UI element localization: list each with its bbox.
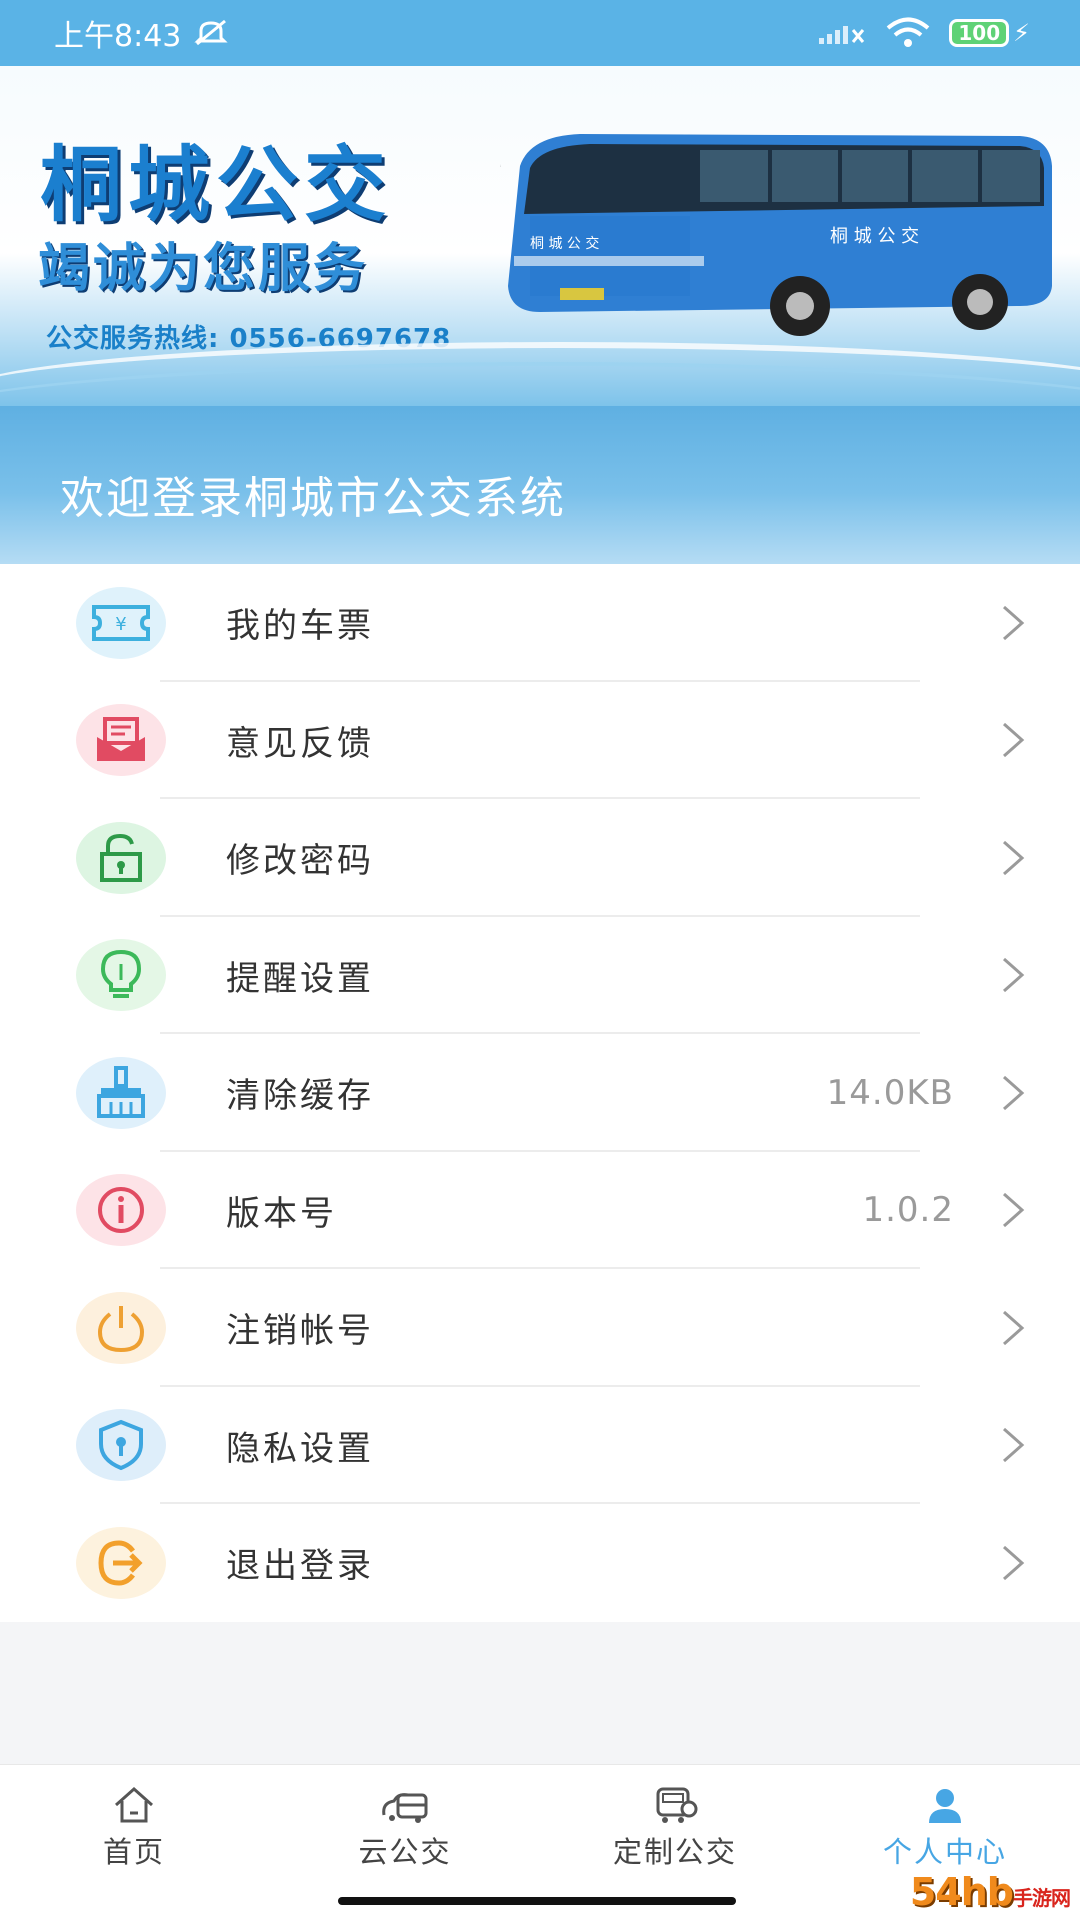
bus-front-text: 桐 城 公 交 (530, 235, 599, 252)
user-icon (929, 1789, 961, 1823)
tab-home[interactable]: 首页 (34, 1785, 234, 1871)
home-icon (115, 1786, 153, 1823)
menu-item-reminder-settings[interactable]: 提醒设置 (0, 917, 1080, 1034)
chevron-right-icon (1003, 1310, 1025, 1345)
home-indicator[interactable] (338, 1897, 736, 1905)
menu-label: 清除缓存 (226, 1076, 374, 1117)
bulb-icon (100, 950, 142, 999)
tab-cloud-bus[interactable]: 云公交 (305, 1785, 505, 1871)
tab-label: 首页 (102, 1835, 165, 1869)
svg-text:¥: ¥ (115, 614, 126, 635)
chevron-right-icon (1003, 1545, 1025, 1580)
ticket-icon-wrap: ¥ (76, 586, 166, 659)
unlock-icon (100, 833, 142, 882)
version-value: 1.0.2 (862, 1190, 954, 1231)
watermark-logo: 54hb手游网 (909, 1870, 1071, 1914)
info-icon (98, 1187, 144, 1234)
tab-custom-bus[interactable]: 定制公交 (575, 1785, 775, 1871)
menu-item-version[interactable]: 版本号 1.0.2 (0, 1152, 1080, 1269)
menu-label: 隐私设置 (226, 1428, 374, 1469)
status-bar: 上午8:43 100 ⚡ (0, 0, 1080, 66)
menu-label: 退出登录 (226, 1546, 374, 1587)
menu-label: 我的车票 (226, 606, 374, 647)
menu-item-logout[interactable]: 退出登录 (0, 1504, 1080, 1622)
banner-subtitle: 竭诚为您服务 (38, 239, 369, 299)
chevron-right-icon (1003, 605, 1025, 640)
shield-icon (99, 1420, 143, 1471)
wifi-icon (887, 17, 930, 47)
feedback-icon (97, 717, 145, 762)
menu-item-feedback[interactable]: 意见反馈 (0, 682, 1080, 799)
battery-indicator: 100 ⚡ (949, 19, 1030, 47)
chevron-right-icon (1003, 958, 1025, 993)
broom-icon (97, 1065, 145, 1118)
menu-item-privacy-settings[interactable]: 隐私设置 (0, 1387, 1080, 1504)
chevron-right-icon (1003, 1193, 1025, 1228)
status-time: 上午8:43 (54, 19, 182, 54)
tab-label: 云公交 (358, 1835, 452, 1869)
tab-label: 个人中心 (882, 1835, 1007, 1869)
tab-personal-center[interactable]: 个人中心 (845, 1785, 1045, 1871)
banner: 桐城公交 竭诚为您服务 公交服务热线: 0556-6697678 桐 城 公 交… (0, 66, 1080, 406)
mute-icon (194, 19, 228, 46)
power-icon (97, 1305, 145, 1352)
menu-label: 版本号 (226, 1193, 337, 1234)
menu-list: ¥ 我的车票 意见反馈 修改密码 提醒设置 清除缓存 14.0KB 版本号 1.… (0, 564, 1080, 1622)
chevron-right-icon (1003, 723, 1025, 758)
logout-icon (98, 1540, 143, 1586)
welcome-section: 欢迎登录桐城市公交系统 (0, 406, 1080, 564)
cache-size-value: 14.0KB (826, 1072, 954, 1113)
chevron-right-icon (1003, 1428, 1025, 1463)
menu-label: 提醒设置 (226, 958, 374, 999)
tab-label: 定制公交 (612, 1835, 737, 1869)
bus-icon (382, 1793, 428, 1823)
welcome-text: 欢迎登录桐城市公交系统 (60, 473, 566, 524)
banner-title: 桐城公交 (40, 138, 393, 233)
menu-item-my-tickets[interactable]: ¥ 我的车票 (0, 564, 1080, 682)
chevron-right-icon (1003, 840, 1025, 875)
signal-icon (819, 26, 865, 44)
custom-bus-icon (656, 1787, 698, 1823)
menu-label: 注销帐号 (226, 1311, 374, 1352)
menu-item-clear-cache[interactable]: 清除缓存 14.0KB (0, 1034, 1080, 1152)
menu-label: 意见反馈 (226, 723, 374, 764)
chevron-right-icon (1003, 1075, 1025, 1110)
charging-icon: ⚡ (1013, 19, 1030, 47)
bus-side-text: 桐 城 公 交 (830, 226, 919, 247)
menu-item-deactivate-account[interactable]: 注销帐号 (0, 1269, 1080, 1387)
menu-item-change-password[interactable]: 修改密码 (0, 799, 1080, 917)
bus-illustration: 桐 城 公 交 桐 城 公 交 (500, 134, 1052, 336)
menu-label: 修改密码 (226, 841, 374, 882)
ticket-icon: ¥ (92, 604, 150, 641)
